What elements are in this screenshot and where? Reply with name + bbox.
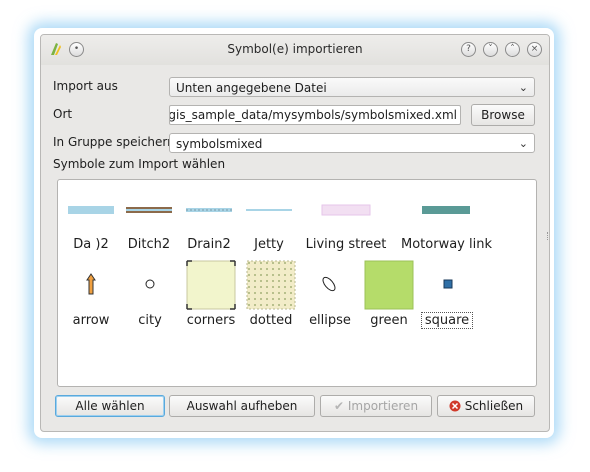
location-value: /home/qgis/qgis_sample_data/mysymbols/sy… (169, 108, 457, 122)
group-combo[interactable]: symbolsmixed ⌄ (169, 133, 535, 153)
import-button-label: Importieren (347, 399, 419, 413)
close-button-label: Schließen (464, 399, 524, 413)
help-icon[interactable]: ? (461, 42, 476, 57)
chevron-down-icon: ⌄ (518, 137, 528, 150)
browse-button[interactable]: Browse (471, 104, 535, 126)
close-icon[interactable]: × (527, 42, 542, 57)
symbol-preview-jetty[interactable] (244, 204, 294, 216)
symbol-label-living-street[interactable]: Living street (301, 237, 391, 252)
city-icon[interactable] (143, 277, 157, 291)
arrow-icon[interactable] (82, 272, 100, 296)
chevron-down-icon: ⌄ (518, 81, 528, 94)
symbol-label-motorway-link[interactable]: Motorway link (401, 237, 492, 252)
import-from-combo[interactable]: Unten angegebene Datei ⌄ (169, 77, 535, 97)
symbol-preview-ditch[interactable] (124, 204, 174, 216)
choose-symbols-label: Symbole zum Import wählen (53, 157, 226, 171)
group-value: symbolsmixed (176, 137, 263, 151)
maximize-icon[interactable]: ˄ (505, 42, 520, 57)
symbol-preview-living-street[interactable] (320, 204, 372, 216)
title-bar[interactable]: • Symbol(e) importieren ? ˅ ˄ × (41, 35, 549, 65)
close-circle-icon (449, 400, 461, 412)
checkmark-icon: ✔ (333, 399, 345, 413)
dotted-fill-icon[interactable] (246, 260, 296, 310)
minimize-icon[interactable]: ˅ (483, 42, 498, 57)
ellipse-icon[interactable] (319, 274, 339, 294)
symbol-preview-drain[interactable] (184, 204, 234, 216)
symbol-label-green[interactable]: green (344, 313, 434, 328)
location-input[interactable]: /home/qgis/qgis_sample_data/mysymbols/sy… (169, 105, 461, 125)
close-button[interactable]: Schließen (437, 395, 535, 417)
select-all-button[interactable]: Alle wählen (55, 395, 165, 417)
deselect-button[interactable]: Auswahl aufheben (169, 395, 315, 417)
symbol-list[interactable]: Da )2 Ditch2 Drain2 Jetty Living street … (57, 179, 537, 387)
square-icon[interactable] (442, 278, 454, 290)
import-button[interactable]: ✔ Importieren (320, 395, 432, 417)
symbol-label-square[interactable]: square (421, 312, 473, 329)
import-from-value: Unten angegebene Datei (176, 81, 327, 95)
symbol-preview-dam[interactable] (66, 204, 116, 216)
green-fill-icon[interactable] (364, 260, 414, 310)
corners-fill-icon[interactable] (186, 260, 236, 310)
import-symbols-dialog: • Symbol(e) importieren ? ˅ ˄ × Import a… (40, 34, 550, 432)
group-label: In Gruppe speichern (53, 135, 175, 149)
resize-grip[interactable] (547, 232, 550, 240)
import-from-label: Import aus (53, 79, 118, 93)
symbol-preview-motorway-link[interactable] (420, 204, 472, 216)
location-label: Ort (53, 107, 73, 121)
